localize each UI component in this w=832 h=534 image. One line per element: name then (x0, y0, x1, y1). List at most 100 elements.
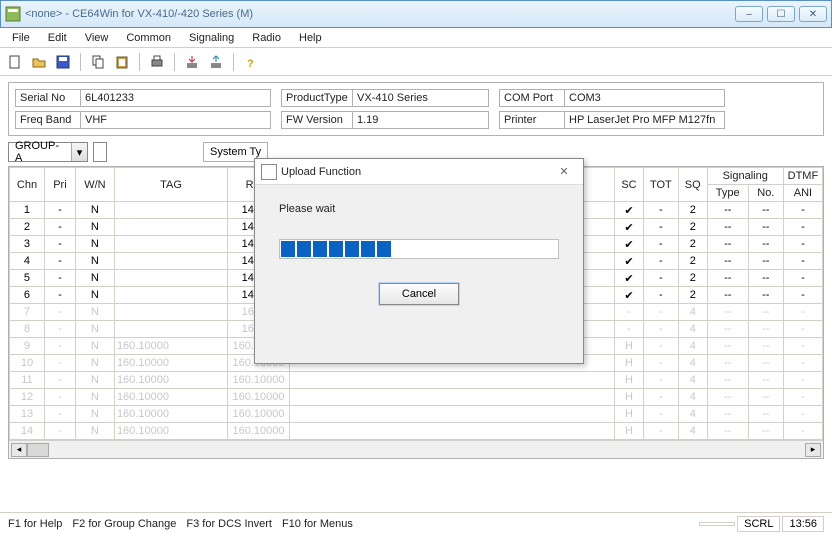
menu-common[interactable]: Common (118, 30, 179, 46)
cell-no[interactable]: -- (748, 219, 783, 236)
cell-pri[interactable]: - (44, 321, 75, 338)
cell-chn[interactable]: 12 (10, 389, 45, 406)
cell-pri[interactable]: - (44, 355, 75, 372)
cell-no[interactable]: -- (748, 236, 783, 253)
cell-tag[interactable] (114, 287, 227, 304)
cell-ani[interactable]: - (783, 253, 822, 270)
cell-chn[interactable]: 14 (10, 423, 45, 440)
cell-type[interactable]: -- (707, 219, 748, 236)
cell-type[interactable]: -- (707, 423, 748, 440)
cell-sq[interactable]: 2 (678, 287, 707, 304)
cell-sc[interactable]: H (615, 372, 644, 389)
cell-sc[interactable]: ✔ (615, 219, 644, 236)
cell-type[interactable]: -- (707, 287, 748, 304)
cell-tag[interactable] (114, 270, 227, 287)
cell-tot[interactable]: - (643, 236, 678, 253)
cell-chn[interactable]: 1 (10, 202, 45, 219)
cell-tot[interactable]: - (643, 304, 678, 321)
cell-chn[interactable]: 10 (10, 355, 45, 372)
scroll-right-icon[interactable]: ▸ (805, 443, 821, 457)
cell-tot[interactable]: - (643, 202, 678, 219)
col-dtmf[interactable]: DTMF (783, 168, 822, 185)
cell-tot[interactable]: - (643, 406, 678, 423)
cell-tag[interactable]: 160.10000 (114, 372, 227, 389)
cell-sc[interactable]: H (615, 355, 644, 372)
cell-chn[interactable]: 8 (10, 321, 45, 338)
horizontal-scrollbar[interactable]: ◂ ▸ (9, 440, 823, 458)
save-icon[interactable] (54, 53, 72, 71)
table-row[interactable]: 13-N160.10000160.10000H-4----- (10, 406, 823, 423)
menu-edit[interactable]: Edit (40, 30, 75, 46)
cell-wn[interactable]: N (75, 406, 114, 423)
cell-rece[interactable]: 160.10000 (228, 372, 290, 389)
paste-icon[interactable] (113, 53, 131, 71)
cell-sq[interactable]: 2 (678, 270, 707, 287)
cell-wn[interactable]: N (75, 372, 114, 389)
col-ani[interactable]: ANI (783, 185, 822, 202)
cell-tot[interactable]: - (643, 270, 678, 287)
cell-tag[interactable] (114, 202, 227, 219)
cell-sq[interactable]: 4 (678, 304, 707, 321)
cell-sq[interactable]: 4 (678, 355, 707, 372)
cell-tot[interactable]: - (643, 287, 678, 304)
cell-ani[interactable]: - (783, 202, 822, 219)
cell-chn[interactable]: 4 (10, 253, 45, 270)
cell-chn[interactable]: 9 (10, 338, 45, 355)
cancel-button[interactable]: Cancel (379, 283, 459, 305)
cell-wn[interactable]: N (75, 219, 114, 236)
cell-wn[interactable]: N (75, 253, 114, 270)
cell-chn[interactable]: 5 (10, 270, 45, 287)
chevron-down-icon[interactable]: ▾ (71, 143, 87, 161)
cell-tot[interactable]: - (643, 389, 678, 406)
cell-pri[interactable]: - (44, 202, 75, 219)
cell-sc[interactable]: H (615, 423, 644, 440)
help-icon[interactable]: ? (242, 53, 260, 71)
col-tot[interactable]: TOT (643, 168, 678, 202)
cell-wn[interactable]: N (75, 270, 114, 287)
table-row[interactable]: 12-N160.10000160.10000H-4----- (10, 389, 823, 406)
col-signaling[interactable]: Signaling (707, 168, 783, 185)
cell-tot[interactable]: - (643, 219, 678, 236)
cell-type[interactable]: -- (707, 253, 748, 270)
cell-no[interactable]: -- (748, 355, 783, 372)
cell-chn[interactable]: 11 (10, 372, 45, 389)
cell-sq[interactable]: 2 (678, 236, 707, 253)
cell-no[interactable]: -- (748, 287, 783, 304)
menu-help[interactable]: Help (291, 30, 330, 46)
cell-pri[interactable]: - (44, 287, 75, 304)
cell-type[interactable]: -- (707, 389, 748, 406)
menu-view[interactable]: View (77, 30, 117, 46)
cell-sq[interactable]: 4 (678, 338, 707, 355)
col-pri[interactable]: Pri (44, 168, 75, 202)
cell-wn[interactable]: N (75, 287, 114, 304)
cell-ani[interactable]: - (783, 270, 822, 287)
cell-rece[interactable]: 160.10000 (228, 423, 290, 440)
cell-wn[interactable]: N (75, 321, 114, 338)
cell-sq[interactable]: 4 (678, 406, 707, 423)
cell-ani[interactable]: - (783, 406, 822, 423)
cell-ani[interactable]: - (783, 389, 822, 406)
cell-type[interactable]: -- (707, 406, 748, 423)
dialog-close-icon[interactable]: ✕ (551, 163, 577, 181)
cell-type[interactable]: -- (707, 355, 748, 372)
cell-chn[interactable]: 7 (10, 304, 45, 321)
cell-sc[interactable]: ✔ (615, 236, 644, 253)
cell-wn[interactable]: N (75, 423, 114, 440)
scroll-thumb[interactable] (27, 443, 49, 457)
cell-pri[interactable]: - (44, 236, 75, 253)
new-icon[interactable] (6, 53, 24, 71)
cell-pri[interactable]: - (44, 372, 75, 389)
menu-signaling[interactable]: Signaling (181, 30, 242, 46)
cell-no[interactable]: -- (748, 338, 783, 355)
cell-chn[interactable]: 2 (10, 219, 45, 236)
print-icon[interactable] (148, 53, 166, 71)
cell-wn[interactable]: N (75, 338, 114, 355)
scroll-left-icon[interactable]: ◂ (11, 443, 27, 457)
cell-tag[interactable]: 160.10000 (114, 389, 227, 406)
cell-sc[interactable]: ✔ (615, 253, 644, 270)
cell-ani[interactable]: - (783, 372, 822, 389)
group-select[interactable]: GROUP-A ▾ (8, 142, 88, 162)
cell-ani[interactable]: - (783, 321, 822, 338)
close-button[interactable]: ✕ (799, 6, 827, 22)
group-secondary[interactable] (93, 142, 107, 162)
